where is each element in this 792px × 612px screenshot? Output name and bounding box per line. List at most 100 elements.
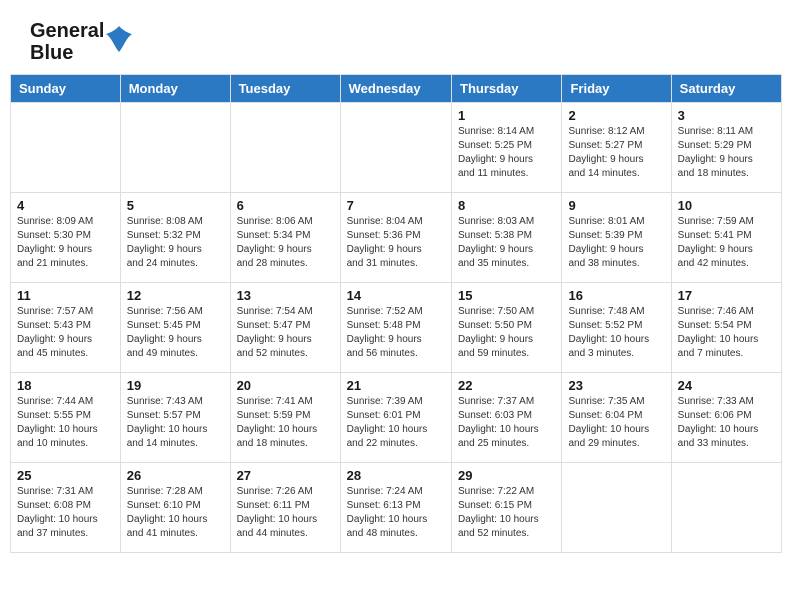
week-row-1: 1 Sunrise: 8:14 AM Sunset: 5:25 PM Daylig… xyxy=(11,103,782,193)
day-number: 27 xyxy=(237,468,334,483)
day-number: 21 xyxy=(347,378,445,393)
day-number: 9 xyxy=(568,198,664,213)
calendar-cell: 18 Sunrise: 7:44 AM Sunset: 5:55 PM Dayli… xyxy=(11,373,121,463)
day-number: 13 xyxy=(237,288,334,303)
day-info: Sunrise: 7:31 AM Sunset: 6:08 PM Dayligh… xyxy=(17,485,114,541)
day-number: 1 xyxy=(458,108,555,123)
day-number: 14 xyxy=(347,288,445,303)
day-info: Sunrise: 8:01 AM Sunset: 5:39 PM Dayligh… xyxy=(568,215,664,271)
day-number: 22 xyxy=(458,378,555,393)
calendar-cell: 11Sunrise: 7:57 AM Sunset: 5:43 PM Dayli… xyxy=(11,283,121,373)
calendar-cell: 8 Sunrise: 8:03 AM Sunset: 5:38 PM Daylig… xyxy=(452,193,562,283)
logo-text: GeneralBlue xyxy=(30,20,134,64)
day-number: 18 xyxy=(17,378,114,393)
day-number: 4 xyxy=(17,198,114,213)
day-number: 23 xyxy=(568,378,664,393)
day-number: 3 xyxy=(678,108,775,123)
day-number: 24 xyxy=(678,378,775,393)
day-info: Sunrise: 7:56 AM Sunset: 5:45 PM Dayligh… xyxy=(127,305,224,361)
day-number: 8 xyxy=(458,198,555,213)
day-info: Sunrise: 8:03 AM Sunset: 5:38 PM Dayligh… xyxy=(458,215,555,271)
calendar-cell: 3 Sunrise: 8:11 AM Sunset: 5:29 PM Daylig… xyxy=(671,103,781,193)
day-info: Sunrise: 7:33 AM Sunset: 6:06 PM Dayligh… xyxy=(678,395,775,451)
col-monday: Monday xyxy=(120,75,230,103)
calendar-cell xyxy=(671,463,781,553)
col-thursday: Thursday xyxy=(452,75,562,103)
day-number: 25 xyxy=(17,468,114,483)
day-number: 15 xyxy=(458,288,555,303)
col-wednesday: Wednesday xyxy=(340,75,451,103)
day-info: Sunrise: 7:22 AM Sunset: 6:15 PM Dayligh… xyxy=(458,485,555,541)
calendar-cell: 6 Sunrise: 8:06 AM Sunset: 5:34 PM Daylig… xyxy=(230,193,340,283)
calendar-cell: 19Sunrise: 7:43 AM Sunset: 5:57 PM Dayli… xyxy=(120,373,230,463)
calendar-cell: 20 Sunrise: 7:41 AM Sunset: 5:59 PM Dayli… xyxy=(230,373,340,463)
day-number: 26 xyxy=(127,468,224,483)
day-number: 17 xyxy=(678,288,775,303)
day-number: 10 xyxy=(678,198,775,213)
header-row: Sunday Monday Tuesday Wednesday Thursday… xyxy=(11,75,782,103)
week-row-4: 18 Sunrise: 7:44 AM Sunset: 5:55 PM Dayli… xyxy=(11,373,782,463)
calendar-cell xyxy=(340,103,451,193)
calendar-cell: 29 Sunrise: 7:22 AM Sunset: 6:15 PM Dayli… xyxy=(452,463,562,553)
calendar-cell: 22 Sunrise: 7:37 AM Sunset: 6:03 PM Dayli… xyxy=(452,373,562,463)
calendar-cell: 23 Sunrise: 7:35 AM Sunset: 6:04 PM Dayli… xyxy=(562,373,671,463)
day-info: Sunrise: 7:24 AM Sunset: 6:13 PM Dayligh… xyxy=(347,485,445,541)
calendar-cell: 4 Sunrise: 8:09 AM Sunset: 5:30 PM Daylig… xyxy=(11,193,121,283)
day-info: Sunrise: 8:04 AM Sunset: 5:36 PM Dayligh… xyxy=(347,215,445,271)
calendar-cell: 24 Sunrise: 7:33 AM Sunset: 6:06 PM Dayli… xyxy=(671,373,781,463)
day-info: Sunrise: 8:11 AM Sunset: 5:29 PM Dayligh… xyxy=(678,125,775,181)
calendar-cell: 14 Sunrise: 7:52 AM Sunset: 5:48 PM Dayli… xyxy=(340,283,451,373)
day-info: Sunrise: 7:46 AM Sunset: 5:54 PM Dayligh… xyxy=(678,305,775,361)
col-saturday: Saturday xyxy=(671,75,781,103)
calendar-cell xyxy=(11,103,121,193)
day-number: 2 xyxy=(568,108,664,123)
calendar-cell: 27Sunrise: 7:26 AM Sunset: 6:11 PM Dayli… xyxy=(230,463,340,553)
calendar-cell xyxy=(120,103,230,193)
calendar-cell: 1 Sunrise: 8:14 AM Sunset: 5:25 PM Daylig… xyxy=(452,103,562,193)
day-info: Sunrise: 7:44 AM Sunset: 5:55 PM Dayligh… xyxy=(17,395,114,451)
logo: GeneralBlue xyxy=(30,20,134,64)
day-info: Sunrise: 7:39 AM Sunset: 6:01 PM Dayligh… xyxy=(347,395,445,451)
day-info: Sunrise: 7:54 AM Sunset: 5:47 PM Dayligh… xyxy=(237,305,334,361)
calendar-cell: 17 Sunrise: 7:46 AM Sunset: 5:54 PM Dayli… xyxy=(671,283,781,373)
week-row-5: 25 Sunrise: 7:31 AM Sunset: 6:08 PM Dayli… xyxy=(11,463,782,553)
day-info: Sunrise: 7:50 AM Sunset: 5:50 PM Dayligh… xyxy=(458,305,555,361)
week-row-2: 4 Sunrise: 8:09 AM Sunset: 5:30 PM Daylig… xyxy=(11,193,782,283)
day-number: 7 xyxy=(347,198,445,213)
day-number: 6 xyxy=(237,198,334,213)
day-number: 16 xyxy=(568,288,664,303)
col-tuesday: Tuesday xyxy=(230,75,340,103)
calendar-cell: 26Sunrise: 7:28 AM Sunset: 6:10 PM Dayli… xyxy=(120,463,230,553)
day-info: Sunrise: 7:41 AM Sunset: 5:59 PM Dayligh… xyxy=(237,395,334,451)
day-info: Sunrise: 7:52 AM Sunset: 5:48 PM Dayligh… xyxy=(347,305,445,361)
day-number: 29 xyxy=(458,468,555,483)
day-info: Sunrise: 7:57 AM Sunset: 5:43 PM Dayligh… xyxy=(17,305,114,361)
day-info: Sunrise: 8:06 AM Sunset: 5:34 PM Dayligh… xyxy=(237,215,334,271)
calendar-table: Sunday Monday Tuesday Wednesday Thursday… xyxy=(10,74,782,553)
calendar-cell: 15 Sunrise: 7:50 AM Sunset: 5:50 PM Dayli… xyxy=(452,283,562,373)
day-number: 19 xyxy=(127,378,224,393)
day-info: Sunrise: 7:59 AM Sunset: 5:41 PM Dayligh… xyxy=(678,215,775,271)
calendar-body: 1 Sunrise: 8:14 AM Sunset: 5:25 PM Daylig… xyxy=(11,103,782,553)
day-info: Sunrise: 8:09 AM Sunset: 5:30 PM Dayligh… xyxy=(17,215,114,271)
day-info: Sunrise: 7:37 AM Sunset: 6:03 PM Dayligh… xyxy=(458,395,555,451)
calendar-cell: 12Sunrise: 7:56 AM Sunset: 5:45 PM Dayli… xyxy=(120,283,230,373)
calendar-cell: 7 Sunrise: 8:04 AM Sunset: 5:36 PM Daylig… xyxy=(340,193,451,283)
day-info: Sunrise: 8:12 AM Sunset: 5:27 PM Dayligh… xyxy=(568,125,664,181)
col-sunday: Sunday xyxy=(11,75,121,103)
calendar-cell: 2 Sunrise: 8:12 AM Sunset: 5:27 PM Daylig… xyxy=(562,103,671,193)
calendar-cell: 9 Sunrise: 8:01 AM Sunset: 5:39 PM Daylig… xyxy=(562,193,671,283)
calendar-cell: 16 Sunrise: 7:48 AM Sunset: 5:52 PM Dayli… xyxy=(562,283,671,373)
day-info: Sunrise: 8:14 AM Sunset: 5:25 PM Dayligh… xyxy=(458,125,555,181)
day-info: Sunrise: 7:35 AM Sunset: 6:04 PM Dayligh… xyxy=(568,395,664,451)
day-number: 20 xyxy=(237,378,334,393)
calendar-cell: 25 Sunrise: 7:31 AM Sunset: 6:08 PM Dayli… xyxy=(11,463,121,553)
calendar-cell: 28Sunrise: 7:24 AM Sunset: 6:13 PM Dayli… xyxy=(340,463,451,553)
day-info: Sunrise: 8:08 AM Sunset: 5:32 PM Dayligh… xyxy=(127,215,224,271)
calendar-header: Sunday Monday Tuesday Wednesday Thursday… xyxy=(11,75,782,103)
week-row-3: 11Sunrise: 7:57 AM Sunset: 5:43 PM Dayli… xyxy=(11,283,782,373)
day-info: Sunrise: 7:48 AM Sunset: 5:52 PM Dayligh… xyxy=(568,305,664,361)
calendar-cell: 21 Sunrise: 7:39 AM Sunset: 6:01 PM Dayli… xyxy=(340,373,451,463)
page-header: GeneralBlue xyxy=(0,0,792,74)
calendar-cell: 13 Sunrise: 7:54 AM Sunset: 5:47 PM Dayli… xyxy=(230,283,340,373)
